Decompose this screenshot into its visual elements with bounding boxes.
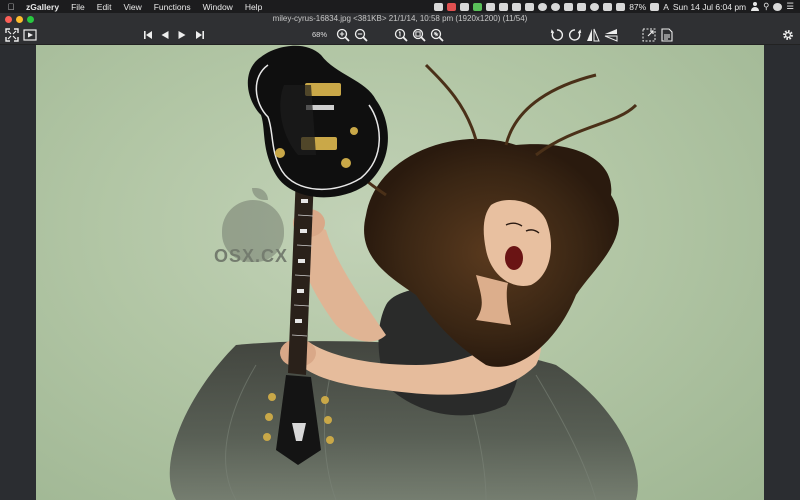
skip-first-icon <box>144 31 152 39</box>
zoom-level: 68% <box>312 30 328 39</box>
window-title-bar: miley-cyrus-16834.jpg <381KB> 21/1/14, 1… <box>0 13 800 25</box>
tools-status-icon[interactable] <box>460 2 470 11</box>
flip-horizontal-button[interactable] <box>585 27 601 43</box>
zoom-out-button[interactable] <box>353 27 369 43</box>
notification-center-icon[interactable]: ☰ <box>786 1 794 12</box>
sync-status-icon[interactable] <box>551 2 561 11</box>
zoom-fit-icon <box>412 28 426 42</box>
flip-vertical-button[interactable] <box>603 27 619 43</box>
previous-icon <box>161 31 169 39</box>
battery-percentage[interactable]: 87% <box>629 2 646 12</box>
dropbox-status-icon[interactable] <box>499 2 509 11</box>
next-icon <box>178 31 186 39</box>
actual-size-button[interactable] <box>393 27 409 43</box>
rotate-left-icon <box>550 29 563 41</box>
timemachine-status-icon[interactable] <box>590 2 600 11</box>
menu-window[interactable]: Window <box>197 2 239 12</box>
power-status-icon[interactable] <box>538 2 548 11</box>
menu-edit[interactable]: Edit <box>91 2 118 12</box>
bluetooth-status-icon[interactable] <box>603 2 613 11</box>
chat-status-icon[interactable] <box>486 2 496 11</box>
battery-icon[interactable] <box>650 2 660 11</box>
fullscreen-button[interactable] <box>4 27 20 43</box>
menu-help[interactable]: Help <box>239 2 268 12</box>
last-image-button[interactable] <box>194 27 206 43</box>
next-image-button[interactable] <box>176 27 188 43</box>
menu-view[interactable]: View <box>117 2 147 12</box>
image-info-button[interactable] <box>659 27 675 43</box>
siri-icon[interactable] <box>773 2 783 11</box>
rotate-right-button[interactable] <box>567 27 583 43</box>
user-icon[interactable] <box>750 2 759 11</box>
rotate-left-button[interactable] <box>549 27 565 43</box>
flip-horizontal-icon <box>587 28 600 42</box>
displayed-photo[interactable]: OSX.CX <box>36 45 764 500</box>
display-status-icon[interactable] <box>577 2 587 11</box>
crop-button[interactable] <box>641 27 657 43</box>
watermark-text: OSX.CX <box>214 246 289 266</box>
wifi-icon[interactable] <box>616 2 626 11</box>
crop-icon <box>642 28 656 42</box>
evernote-status-icon[interactable] <box>473 2 483 11</box>
drive-status-icon[interactable] <box>525 2 535 11</box>
input-source-icon[interactable]: A <box>663 2 669 12</box>
zoom-fill-icon <box>430 28 444 42</box>
image-viewer[interactable]: OSX.CX <box>0 45 800 500</box>
gear-icon <box>783 30 793 40</box>
menu-functions[interactable]: Functions <box>148 2 197 12</box>
zoom-in-icon <box>336 28 350 42</box>
document-info-icon <box>661 28 673 42</box>
watermark: OSX.CX <box>212 188 572 298</box>
app-menu[interactable]: zGallery <box>22 2 65 12</box>
skip-last-icon <box>196 31 204 39</box>
toolbar: 68% <box>0 25 800 45</box>
apple-menu-icon[interactable]:  <box>0 2 22 12</box>
fit-to-window-button[interactable] <box>411 27 427 43</box>
slideshow-button[interactable] <box>22 27 38 43</box>
zoom-out-icon <box>354 28 368 42</box>
cloud-status-icon[interactable] <box>564 2 574 11</box>
first-image-button[interactable] <box>142 27 154 43</box>
window-title: miley-cyrus-16834.jpg <381KB> 21/1/14, 1… <box>272 14 528 23</box>
rotate-right-icon <box>569 29 582 41</box>
menu-file[interactable]: File <box>65 2 91 12</box>
camera-status-icon[interactable] <box>434 2 444 11</box>
zoom-actual-size-icon <box>394 28 408 42</box>
spotlight-search-icon[interactable]: ⚲ <box>763 1 769 12</box>
slideshow-icon <box>23 29 37 41</box>
menu-bar:  zGallery File Edit View Functions Wind… <box>0 0 800 13</box>
zoom-in-button[interactable] <box>335 27 351 43</box>
zoom-to-fill-button[interactable] <box>429 27 445 43</box>
settings-button[interactable] <box>780 27 796 43</box>
flip-vertical-icon <box>604 29 618 42</box>
clock[interactable]: Sun 14 Jul 6:04 pm <box>673 2 746 12</box>
previous-image-button[interactable] <box>159 27 171 43</box>
photo-status-icon[interactable] <box>447 2 457 11</box>
upload-status-icon[interactable] <box>512 2 522 11</box>
fullscreen-icon <box>5 28 19 42</box>
